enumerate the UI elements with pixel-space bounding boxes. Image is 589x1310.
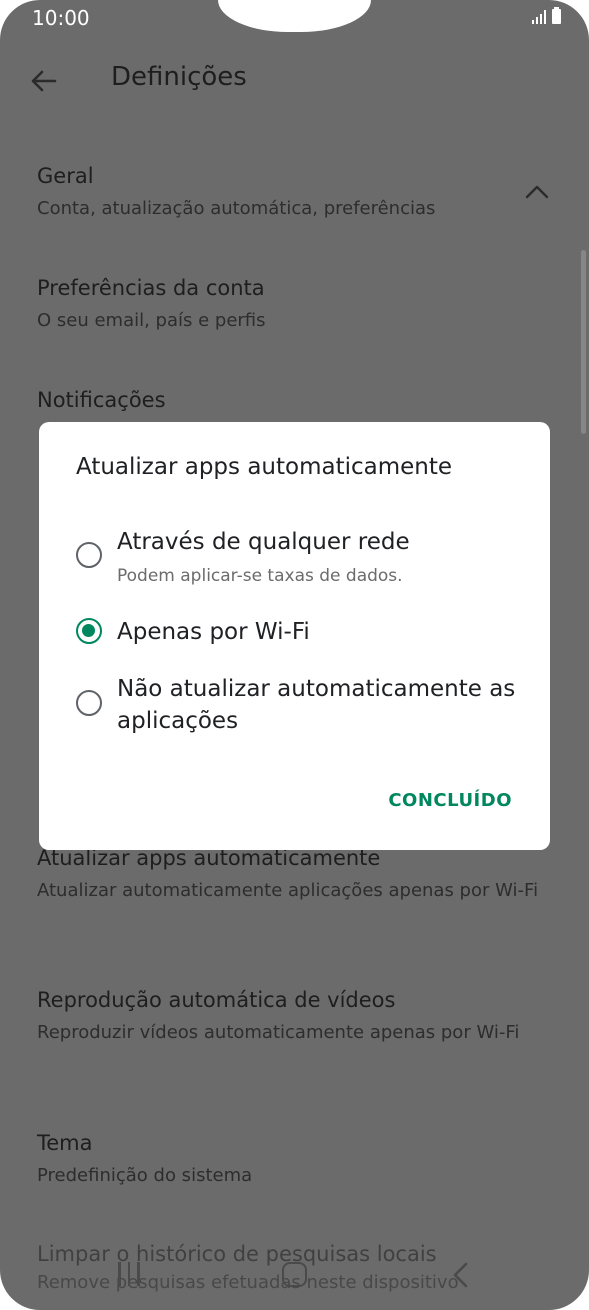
setting-title: Geral [37, 164, 94, 188]
signal-icon [532, 8, 546, 24]
option-label: Não atualizar automaticamente as aplicaç… [117, 676, 516, 734]
dialog-title: Atualizar apps automaticamente [76, 454, 453, 480]
home-icon[interactable] [282, 1262, 307, 1287]
setting-geral[interactable]: Geral Conta, atualização automática, pre… [37, 162, 557, 224]
scrollbar[interactable] [581, 250, 586, 434]
recents-icon[interactable] [118, 1262, 140, 1286]
setting-subtitle: O seu email, país e perfis [37, 310, 266, 331]
app-bar: Definições [0, 56, 589, 104]
setting-title: Reprodução automática de vídeos [37, 988, 396, 1012]
setting-auto-update[interactable]: Atualizar apps automaticamente Atualizar… [37, 844, 557, 906]
setting-tema[interactable]: Tema Predefinição do sistema [37, 1129, 557, 1191]
page-title: Definições [111, 62, 247, 92]
status-icons [532, 7, 561, 24]
phone-screen: 10:00 Definições Geral Conta, atualizaçã… [0, 0, 589, 1310]
status-time: 10:00 [32, 6, 90, 30]
setting-subtitle: Atualizar automaticamente aplicações ape… [37, 880, 539, 901]
radio-unchecked-icon[interactable] [76, 542, 102, 568]
navigation-bar [0, 1240, 589, 1310]
option-sublabel: Podem aplicar-se taxas de dados. [117, 566, 403, 586]
setting-subtitle: Reproduzir vídeos automaticamente apenas… [37, 1022, 520, 1043]
setting-notificacoes[interactable]: Notificações [37, 386, 557, 414]
setting-subtitle: Predefinição do sistema [37, 1165, 253, 1186]
setting-title: Tema [37, 1131, 93, 1155]
done-button[interactable]: CONCLUÍDO [388, 790, 512, 811]
radio-checked-icon[interactable] [76, 618, 102, 644]
setting-title: Preferências da conta [37, 276, 265, 300]
auto-update-dialog: Atualizar apps automaticamente Através d… [39, 422, 550, 850]
radio-unchecked-icon[interactable] [76, 690, 102, 716]
battery-icon [552, 7, 561, 24]
option-label: Apenas por Wi-Fi [117, 619, 310, 645]
chevron-up-icon[interactable] [524, 182, 550, 200]
setting-video-autoplay[interactable]: Reprodução automática de vídeos Reproduz… [37, 986, 557, 1048]
back-icon[interactable] [448, 1260, 472, 1290]
setting-subtitle: Conta, atualização automática, preferênc… [37, 198, 436, 219]
setting-preferencias-conta[interactable]: Preferências da conta O seu email, país … [37, 274, 557, 336]
back-arrow-icon[interactable] [28, 66, 58, 96]
camera-notch [218, 0, 371, 32]
option-label: Através de qualquer rede [117, 529, 410, 555]
setting-title: Notificações [37, 388, 166, 412]
